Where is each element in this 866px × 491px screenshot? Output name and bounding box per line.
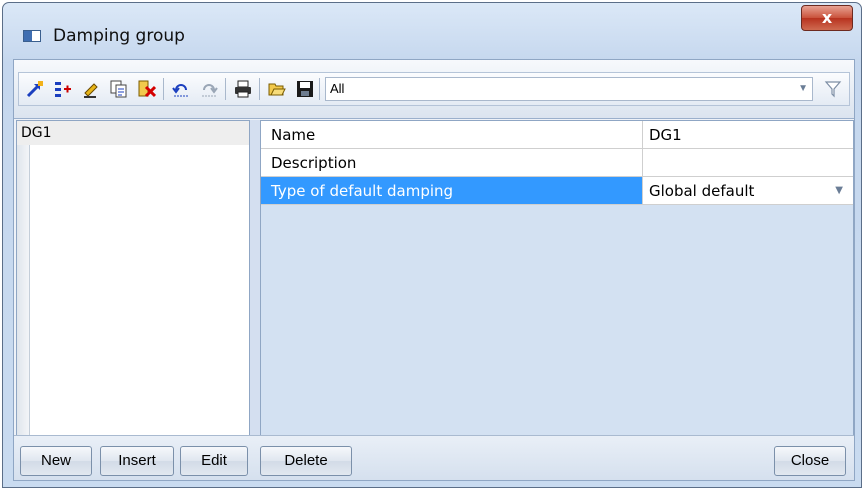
damping-group-window: Damping group x All ▼ DG1 Name DG1 Descr… [2,2,862,488]
description-value-field[interactable] [643,149,853,177]
toolbar-strip: All ▼ [18,72,850,106]
damping-type-dropdown[interactable]: Global default ▼ [643,177,853,205]
name-value-field[interactable]: DG1 [643,121,853,149]
open-folder-icon[interactable] [267,79,287,99]
redo-icon[interactable] [199,79,219,99]
property-row-name[interactable]: Name DG1 [261,121,853,149]
toolbar-separator [319,78,320,100]
chevron-down-icon[interactable]: ▼ [798,78,808,100]
property-row-damping-type[interactable]: Type of default damping Global default ▼ [261,177,853,205]
edit-pencil-icon[interactable] [81,79,101,99]
property-row-description[interactable]: Description [261,149,853,177]
new-button[interactable]: New [20,446,92,476]
chevron-down-icon[interactable]: ▼ [835,177,843,205]
print-icon[interactable] [233,79,253,99]
property-label: Type of default damping [261,177,643,205]
close-button[interactable]: Close [774,446,846,476]
delete-button[interactable]: Delete [260,446,352,476]
window-title: Damping group [53,26,185,46]
toolbar-separator [259,78,260,100]
toolbar-separator [225,78,226,100]
group-list[interactable]: DG1 [16,120,250,436]
attributes-icon[interactable] [53,79,73,99]
undo-icon[interactable] [171,79,191,99]
panel-splitter[interactable] [250,120,260,436]
toolbar-separator [163,78,164,100]
title-bar[interactable]: Damping group x [3,3,861,55]
dialog-client-area: All ▼ DG1 Name DG1 Description Type of d… [13,59,855,481]
property-grid: Name DG1 Description Type of default dam… [260,120,854,436]
damping-type-value: Global default [649,182,755,200]
window-close-button[interactable]: x [801,5,853,31]
filter-funnel-icon[interactable] [823,79,843,99]
filter-select[interactable]: All ▼ [325,77,813,101]
filter-select-value: All [330,81,345,96]
delete-red-icon[interactable] [137,79,157,99]
list-scrollbar[interactable] [17,145,30,435]
toolbar: All ▼ [14,60,854,119]
copy-icon[interactable] [109,79,129,99]
property-label: Name [261,121,643,149]
window-app-icon [23,30,41,42]
list-item[interactable]: DG1 [17,121,249,145]
insert-button[interactable]: Insert [100,446,174,476]
save-disk-icon[interactable] [295,79,315,99]
edit-button[interactable]: Edit [180,446,248,476]
property-label: Description [261,149,643,177]
new-item-icon[interactable] [25,79,45,99]
button-bar: New Insert Edit Delete Close [14,435,854,480]
